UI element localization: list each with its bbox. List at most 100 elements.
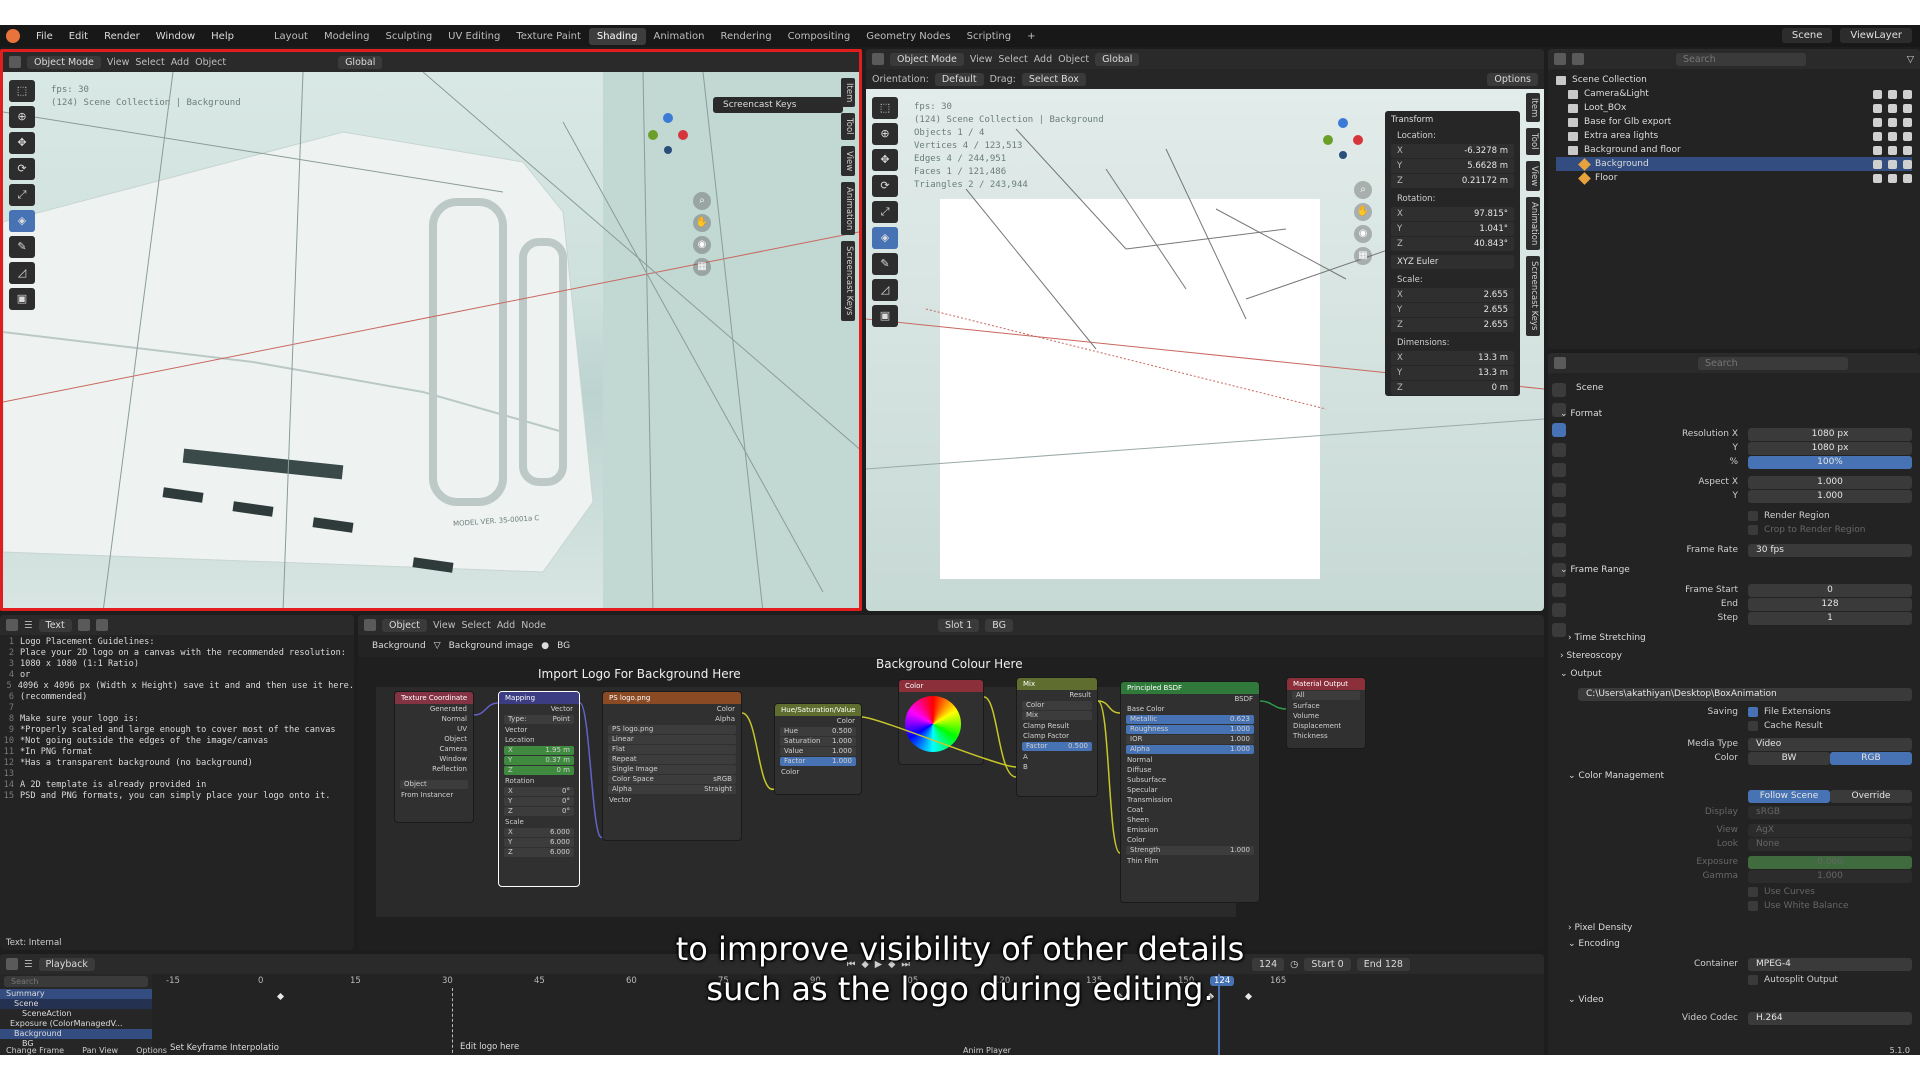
- factor-field[interactable]: Factor 1.000: [780, 757, 856, 766]
- scale-z-field[interactable]: Z 2.655: [1391, 318, 1514, 332]
- clamp-result-checkbox[interactable]: Clamp Result: [1017, 721, 1097, 731]
- cursor-tool-icon[interactable]: ⊕: [872, 123, 898, 145]
- menu-file[interactable]: File: [28, 31, 61, 42]
- eye-icon[interactable]: [1888, 89, 1897, 99]
- mapping-type-dropdown[interactable]: Type: Point: [504, 715, 574, 724]
- cache-result-checkbox[interactable]: Cache Result: [1748, 721, 1823, 731]
- node-material-output[interactable]: Material Output All Surface Volume Displ…: [1286, 677, 1366, 749]
- breadcrumb-mesh[interactable]: Background image: [449, 641, 534, 651]
- resolution-percent-slider[interactable]: 100%: [1748, 455, 1912, 469]
- editor-type-icon[interactable]: [364, 619, 376, 631]
- image-file-selector[interactable]: PS logo.png: [608, 725, 736, 734]
- measure-tool-icon[interactable]: ◿: [872, 279, 898, 301]
- scale-tool-icon[interactable]: ⤢: [872, 201, 898, 223]
- menu-add[interactable]: Add: [497, 620, 515, 631]
- override-button[interactable]: Override: [1830, 789, 1912, 803]
- add-cube-tool-icon[interactable]: ▣: [9, 288, 35, 310]
- roughness-field[interactable]: Roughness 1.000: [1126, 725, 1254, 734]
- cursor-tool-icon[interactable]: ⊕: [9, 106, 35, 128]
- blender-logo-icon[interactable]: [6, 29, 20, 43]
- tab-compositing[interactable]: Compositing: [780, 28, 859, 45]
- value-field[interactable]: Value 1.000: [780, 747, 856, 756]
- eye-icon[interactable]: [1888, 103, 1897, 113]
- outliner-item[interactable]: Background and floor: [1556, 143, 1912, 157]
- extension-dropdown[interactable]: Repeat: [608, 755, 736, 764]
- node-texture-coordinate[interactable]: Texture Coordinate Generated Normal UV O…: [394, 691, 474, 823]
- menu-add[interactable]: Add: [1034, 54, 1052, 65]
- editor-type-icon[interactable]: [1554, 53, 1566, 65]
- view-layer-selector[interactable]: ViewLayer: [1840, 28, 1912, 43]
- checkbox-icon[interactable]: [1873, 117, 1882, 127]
- format-panel-header[interactable]: ⌄ Format: [1560, 409, 1914, 419]
- data-tab-icon[interactable]: [1552, 603, 1566, 617]
- camera-icon[interactable]: [1903, 131, 1912, 141]
- annotate-tool-icon[interactable]: ✎: [872, 253, 898, 275]
- breadcrumb-material[interactable]: BG: [557, 641, 570, 651]
- channel-exposure[interactable]: Exposure (ColorManagedV...: [0, 1019, 152, 1029]
- run-script-icon[interactable]: [95, 619, 108, 631]
- mapping-scale-x[interactable]: X 6.000: [504, 828, 574, 837]
- menu-select[interactable]: Select: [135, 57, 164, 68]
- alpha-field[interactable]: Alpha 1.000: [1126, 745, 1254, 754]
- color-bw-button[interactable]: BW: [1748, 751, 1830, 765]
- menu-view[interactable]: View: [433, 620, 456, 631]
- time-stretching-header[interactable]: › Time Stretching: [1568, 633, 1914, 643]
- transform-title[interactable]: Transform: [1391, 115, 1514, 125]
- aspect-y-field[interactable]: 1.000: [1748, 489, 1912, 503]
- editor-type-icon[interactable]: [6, 619, 18, 631]
- annotate-tool-icon[interactable]: ✎: [9, 236, 35, 258]
- shader-type-dropdown[interactable]: Object: [382, 618, 427, 632]
- tab-animation[interactable]: Animation: [646, 28, 713, 45]
- select-box-tool-icon[interactable]: ⬚: [9, 80, 35, 102]
- menu-node[interactable]: Node: [521, 620, 546, 631]
- rotate-tool-icon[interactable]: ⟳: [872, 175, 898, 197]
- frame-start-field[interactable]: 0: [1748, 583, 1912, 597]
- transform-orientation-dropdown[interactable]: Global: [338, 55, 383, 69]
- mapping-loc-y[interactable]: Y 0.37 m: [504, 756, 574, 765]
- checkbox-icon[interactable]: [1873, 145, 1882, 155]
- camera-icon[interactable]: [1903, 173, 1912, 183]
- properties-search-input[interactable]: Search: [1698, 356, 1848, 370]
- saturation-field[interactable]: Saturation 1.000: [780, 737, 856, 746]
- rotation-z-field[interactable]: Z 40.843°: [1391, 237, 1514, 251]
- output-path-field[interactable]: C:\Users\akathiyan\Desktop\BoxAnimation: [1578, 687, 1912, 701]
- tab-scripting[interactable]: Scripting: [959, 28, 1019, 45]
- tab-sculpting[interactable]: Sculpting: [377, 28, 440, 45]
- menu-window[interactable]: Window: [148, 31, 203, 42]
- node-mapping[interactable]: Mapping Vector Type: Point Vector Locatio…: [498, 691, 580, 887]
- eye-icon[interactable]: [1888, 173, 1897, 183]
- particles-tab-icon[interactable]: [1552, 543, 1566, 557]
- channel-scene-action[interactable]: SceneAction: [0, 1009, 152, 1019]
- tab-screencast-keys[interactable]: Screencast Keys: [1526, 256, 1540, 336]
- pan-hand-icon[interactable]: ✋: [1354, 203, 1372, 221]
- location-x-field[interactable]: X -6.3278 m: [1391, 144, 1514, 158]
- screencast-keys-panel[interactable]: Screencast Keys: [713, 97, 843, 113]
- scene-selector[interactable]: Scene: [1781, 28, 1833, 43]
- mapping-scale-z[interactable]: Z 6.000: [504, 848, 574, 857]
- tab-item[interactable]: Item: [1526, 93, 1540, 123]
- editor-type-icon[interactable]: [872, 53, 884, 65]
- mapping-loc-x[interactable]: X 1.95 m: [504, 746, 574, 755]
- color-rgb-button[interactable]: RGB: [1830, 751, 1912, 765]
- panel-emission[interactable]: Emission: [1121, 825, 1259, 835]
- panel-coat[interactable]: Coat: [1121, 805, 1259, 815]
- output-panel-header[interactable]: ⌄ Output: [1560, 669, 1914, 679]
- dimensions-z-field[interactable]: Z0 m: [1391, 381, 1514, 395]
- location-y-field[interactable]: Y 5.6628 m: [1391, 159, 1514, 173]
- outliner-item[interactable]: Loot_BOx: [1556, 101, 1912, 115]
- resolution-y-field[interactable]: 1080 px: [1748, 441, 1912, 455]
- tab-animation-side[interactable]: Animation: [841, 182, 855, 236]
- orientation-dropdown[interactable]: Default: [934, 72, 984, 86]
- zoom-icon[interactable]: ⌕: [1354, 181, 1372, 199]
- follow-scene-button[interactable]: Follow Scene: [1748, 789, 1830, 803]
- node-principled-bsdf[interactable]: Principled BSDF BSDF Base Color Metallic…: [1120, 681, 1260, 903]
- camera-icon[interactable]: [1903, 89, 1912, 99]
- frame-range-panel-header[interactable]: ⌄ Frame Range: [1560, 565, 1914, 575]
- tab-shading[interactable]: Shading: [588, 27, 646, 45]
- camera-icon[interactable]: [1903, 117, 1912, 127]
- scale-x-field[interactable]: X 2.655: [1391, 288, 1514, 302]
- navigation-gizmo-icon[interactable]: [643, 110, 693, 160]
- from-instancer-checkbox[interactable]: From Instancer: [395, 790, 473, 800]
- camera-view-icon[interactable]: ◉: [1354, 225, 1372, 243]
- projection-dropdown[interactable]: Flat: [608, 745, 736, 754]
